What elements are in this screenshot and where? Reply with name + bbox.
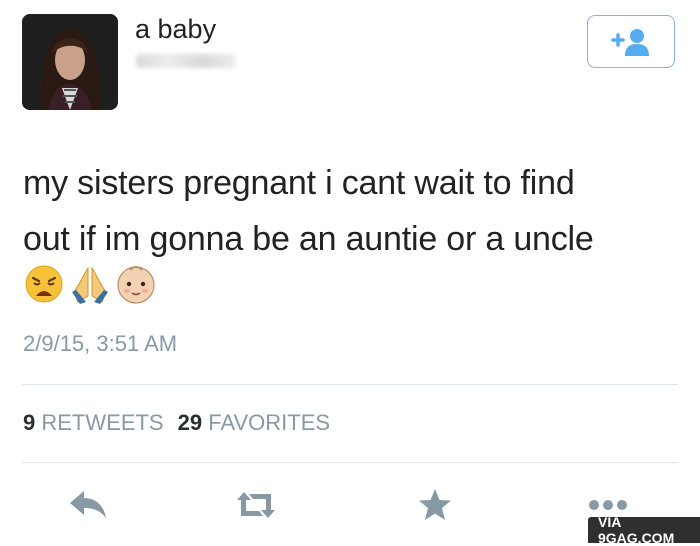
reply-icon: [70, 491, 106, 518]
emoji-row: [22, 262, 158, 306]
retweets-label: RETWEETS: [41, 410, 164, 435]
tweet-text-line-2: out if im gonna be an auntie or a uncle: [23, 220, 594, 258]
watermark: VIA 9GAG.COM: [588, 514, 700, 546]
favorite-button[interactable]: [410, 485, 460, 525]
retweet-button[interactable]: [231, 485, 281, 525]
divider: [22, 462, 678, 463]
add-user-icon: [611, 28, 649, 56]
reply-button[interactable]: [63, 485, 113, 525]
divider: [22, 384, 678, 385]
tweet-text-line-1: my sisters pregnant i cant wait to find: [23, 164, 575, 202]
handle-redacted: [136, 54, 236, 68]
tweet-timestamp[interactable]: 2/9/15, 3:51 AM: [23, 331, 177, 357]
tweet-text: my sisters pregnant i cant wait to find …: [23, 155, 683, 267]
more-icon: [589, 500, 627, 510]
favorites-label: FAVORITES: [208, 410, 331, 435]
baby-emoji: [117, 266, 155, 304]
favorite-icon: [419, 489, 451, 520]
follow-button[interactable]: [587, 15, 675, 68]
avatar[interactable]: [22, 14, 118, 110]
retweets-stat[interactable]: 9 RETWEETS: [23, 410, 164, 435]
tweet-stats: 9 RETWEETS 29 FAVORITES: [23, 410, 330, 436]
retweets-count: 9: [23, 410, 36, 435]
retweet-icon: [237, 492, 275, 518]
favorites-stat[interactable]: 29 FAVORITES: [178, 410, 330, 435]
avatar-photo: [22, 14, 118, 110]
favorites-count: 29: [177, 410, 203, 435]
weary-face-emoji: [25, 265, 63, 303]
folded-hands-emoji: [72, 266, 108, 304]
display-name[interactable]: a baby: [135, 14, 216, 45]
